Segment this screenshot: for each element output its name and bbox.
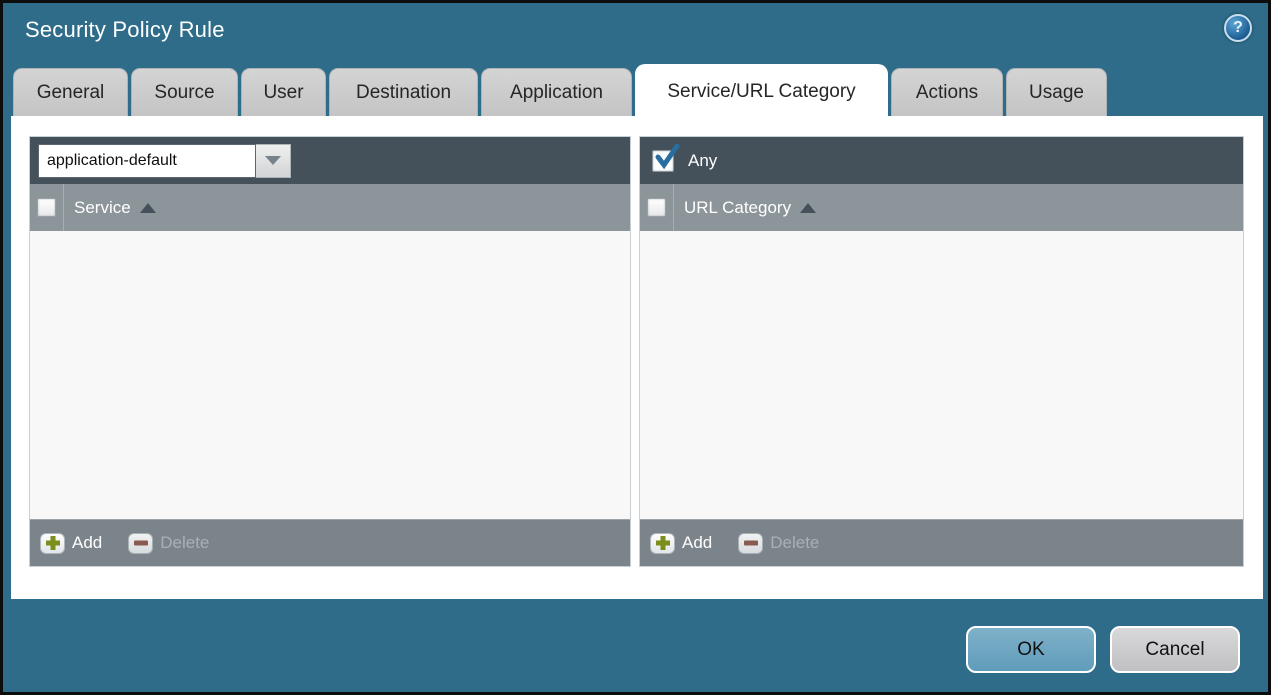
url-category-delete-button[interactable]: Delete — [738, 532, 820, 554]
tab-general[interactable]: General — [13, 68, 128, 116]
tab-content-sheet: Service Add Delete — [11, 116, 1263, 599]
url-category-actions-bar: Add Delete — [640, 519, 1243, 566]
check-icon — [655, 143, 680, 169]
ok-button[interactable]: OK — [966, 626, 1096, 673]
service-actions-bar: Add Delete — [30, 519, 630, 566]
url-category-column-header: URL Category — [640, 184, 1243, 231]
add-plus-icon — [650, 532, 675, 554]
service-list-body[interactable] — [30, 231, 630, 519]
sort-ascending-icon[interactable] — [800, 202, 817, 213]
tab-source[interactable]: Source — [131, 68, 238, 116]
service-add-button[interactable]: Add — [40, 532, 103, 554]
tab-destination[interactable]: Destination — [329, 68, 478, 116]
delete-minus-icon — [128, 532, 154, 554]
service-type-dropdown-button[interactable] — [256, 143, 291, 178]
sort-ascending-icon[interactable] — [139, 202, 156, 213]
url-category-list-body[interactable] — [640, 231, 1243, 519]
url-category-select-all-checkbox[interactable] — [647, 198, 666, 217]
url-category-column-label[interactable]: URL Category — [684, 198, 791, 218]
security-policy-rule-dialog: Security Policy Rule ? General Source Us… — [0, 0, 1271, 695]
service-column-header: Service — [30, 184, 630, 231]
tab-service-url-category[interactable]: Service/URL Category — [635, 64, 888, 118]
url-category-select-all-cell — [640, 184, 674, 231]
tab-actions[interactable]: Actions — [891, 68, 1003, 116]
delete-button-label: Delete — [160, 533, 210, 552]
tab-bar: General Source User Destination Applicat… — [13, 64, 1258, 118]
any-checkbox[interactable] — [652, 143, 680, 172]
tab-application[interactable]: Application — [481, 68, 632, 116]
chevron-down-icon — [265, 156, 281, 165]
service-type-input[interactable] — [38, 143, 256, 178]
any-checkbox-label: Any — [688, 150, 718, 170]
url-category-panel: Any URL Category Add Delete — [639, 136, 1244, 567]
service-column-label[interactable]: Service — [74, 198, 131, 218]
add-button-label: Add — [72, 533, 103, 552]
url-category-add-button[interactable]: Add — [650, 532, 713, 554]
tab-usage[interactable]: Usage — [1006, 68, 1107, 116]
titlebar: Security Policy Rule ? — [3, 3, 1268, 65]
delete-minus-icon — [738, 532, 764, 554]
service-select-all-cell — [30, 184, 64, 231]
add-button-label: Add — [682, 533, 713, 552]
help-icon[interactable]: ? — [1224, 14, 1252, 42]
service-select-all-checkbox[interactable] — [37, 198, 56, 217]
dialog-title: Security Policy Rule — [25, 17, 225, 42]
url-category-toolbar: Any — [640, 137, 1243, 184]
service-type-combo — [38, 143, 291, 178]
delete-button-label: Delete — [770, 533, 820, 552]
service-delete-button[interactable]: Delete — [128, 532, 210, 554]
service-panel: Service Add Delete — [29, 136, 631, 567]
add-plus-icon — [40, 532, 65, 554]
tab-user[interactable]: User — [241, 68, 326, 116]
cancel-button[interactable]: Cancel — [1110, 626, 1240, 673]
service-toolbar — [30, 137, 630, 184]
